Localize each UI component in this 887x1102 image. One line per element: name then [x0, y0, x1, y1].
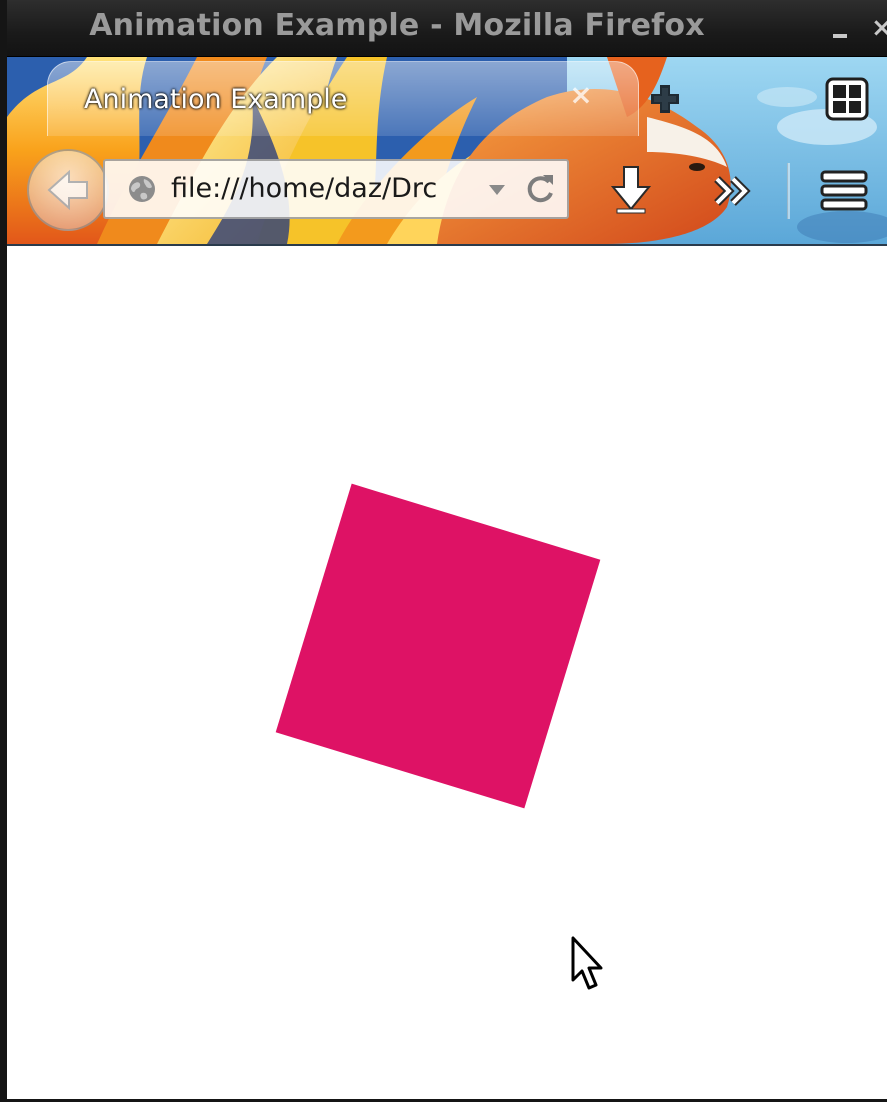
chevron-down-icon[interactable] [489, 185, 505, 195]
browser-window: Animation Example - Mozilla Firefox × [0, 0, 887, 1102]
close-icon[interactable]: × [871, 14, 887, 42]
toolbar-separator [787, 163, 790, 219]
plus-icon[interactable] [647, 81, 683, 117]
tab-close-icon[interactable]: × [566, 80, 596, 110]
hamburger-menu-icon[interactable] [819, 169, 869, 213]
tab-label: Animation Example [84, 84, 348, 115]
animated-square [275, 483, 601, 809]
reload-icon[interactable] [523, 171, 557, 207]
double-chevron-right-icon[interactable] [713, 175, 753, 207]
globe-icon[interactable] [127, 174, 157, 204]
url-input[interactable]: file:///home/daz/Drc [171, 173, 471, 204]
back-arrow-icon [47, 169, 88, 211]
back-button[interactable] [27, 149, 109, 231]
window-title: Animation Example - Mozilla Firefox [89, 8, 705, 43]
url-bar[interactable]: file:///home/daz/Drc [103, 159, 569, 219]
toolbar-area: Animation Example × file:///home/daz/Drc [7, 57, 887, 246]
mouse-cursor-icon [571, 936, 603, 990]
tab-animation-example[interactable]: Animation Example × [47, 61, 639, 136]
download-arrow-icon[interactable] [607, 165, 655, 215]
title-bar[interactable]: Animation Example - Mozilla Firefox × [7, 0, 887, 57]
tab-groups-icon[interactable] [825, 77, 869, 121]
page-content [7, 246, 887, 1099]
minimize-icon[interactable] [833, 34, 847, 38]
